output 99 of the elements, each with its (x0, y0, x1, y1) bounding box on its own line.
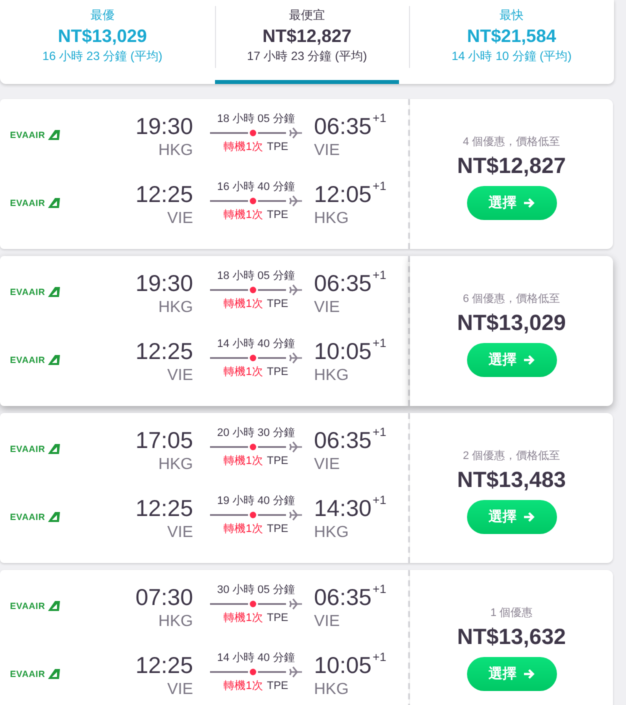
airport-code: VIE (314, 141, 341, 161)
departure-time: 19:30 (135, 269, 193, 298)
stop-count: 轉機1次 (224, 454, 263, 469)
select-button[interactable]: 選擇 (466, 343, 556, 377)
stopover-airport: TPE (266, 297, 288, 312)
airport-code: HKG (314, 680, 350, 700)
day-offset: +1 (372, 336, 386, 350)
airport-code: VIE (167, 680, 193, 700)
deal-count: 6 個優惠，價格低至 (462, 292, 560, 307)
airline-tail-icon (46, 668, 60, 680)
day-offset: +1 (372, 650, 386, 664)
flight-duration: 30 小時 05 分鐘 (217, 583, 295, 598)
price: NT$13,029 (457, 309, 566, 337)
select-button[interactable]: 選擇 (466, 186, 556, 220)
airport-code: VIE (167, 366, 193, 386)
airline-tail-icon (46, 129, 60, 141)
airport-code: HKG (314, 366, 350, 386)
airport-code: VIE (167, 209, 193, 229)
price: NT$13,632 (457, 623, 566, 651)
airline-tail-icon (46, 354, 60, 366)
departure-time: 07:30 (135, 583, 193, 612)
airline-logo-text: EVAAIR (10, 601, 46, 611)
flight-duration: 20 小時 30 分鐘 (217, 426, 295, 441)
airport-code: VIE (314, 612, 341, 632)
airline-logo-text: EVAAIR (10, 355, 46, 365)
day-offset: +1 (372, 268, 386, 282)
arrival-time: 06:35 (314, 269, 372, 298)
stopover-airport: TPE (266, 522, 288, 537)
price: NT$12,827 (457, 152, 566, 180)
deal-count: 2 個優惠，價格低至 (462, 448, 560, 464)
departure-time: 12:25 (135, 180, 193, 209)
stop-count: 轉機1次 (224, 611, 263, 626)
flight-duration: 14 小時 40 分鐘 (217, 651, 295, 666)
flight-duration: 14 小時 40 分鐘 (217, 337, 295, 352)
stopover-airport: TPE (266, 208, 288, 223)
sort-tab[interactable]: 最優 NT$13,029 16 小時 23 分鐘 (平均) (0, 0, 205, 84)
stopover-airport: TPE (266, 454, 288, 469)
airport-code: HKG (158, 455, 193, 475)
flight-duration: 18 小時 05 分鐘 (217, 112, 295, 127)
airport-code: HKG (314, 209, 350, 229)
flight-duration: 16 小時 40 分鐘 (217, 180, 295, 195)
stop-count: 轉機1次 (224, 208, 263, 223)
airport-code: HKG (158, 141, 193, 161)
deal-count: 1 個優惠 (490, 606, 533, 621)
stop-count: 轉機1次 (224, 140, 263, 155)
flight-duration: 19 小時 40 分鐘 (217, 494, 295, 509)
arrow-icon (522, 197, 534, 209)
stop-count: 轉機1次 (224, 365, 263, 380)
airline-tail-icon (46, 286, 60, 298)
sort-tab[interactable]: 最快 NT$21,584 14 小時 10 分鐘 (平均) (409, 0, 614, 84)
airport-code: VIE (314, 455, 341, 475)
arrow-icon (522, 354, 534, 366)
departure-time: 12:25 (135, 651, 193, 680)
airline-tail-icon (46, 443, 60, 455)
day-offset: +1 (372, 179, 386, 193)
stopover-airport: TPE (266, 679, 288, 694)
stop-count: 轉機1次 (224, 679, 263, 694)
arrival-time: 06:35 (314, 426, 372, 455)
arrival-time: 10:05 (314, 337, 372, 366)
airline-tail-icon (46, 197, 60, 209)
price: NT$13,483 (457, 466, 566, 494)
airport-code: VIE (314, 298, 341, 318)
airport-code: HKG (158, 298, 193, 318)
arrival-time: 06:35 (314, 583, 372, 612)
departure-time: 19:30 (135, 112, 193, 141)
departure-time: 12:25 (135, 494, 193, 523)
airline-logo-text: EVAAIR (10, 130, 46, 140)
arrow-icon (522, 668, 534, 680)
airport-code: HKG (158, 612, 193, 632)
airport-code: HKG (314, 523, 350, 543)
select-button[interactable]: 選擇 (466, 657, 556, 691)
airline-tail-icon (46, 511, 60, 523)
day-offset: +1 (372, 582, 386, 596)
day-offset: +1 (372, 493, 386, 507)
stop-count: 轉機1次 (224, 522, 263, 537)
stop-count: 轉機1次 (224, 297, 263, 312)
stopover-airport: TPE (266, 365, 288, 380)
airport-code: VIE (167, 523, 193, 543)
day-offset: +1 (372, 111, 386, 125)
airline-logo-text: EVAAIR (10, 669, 46, 679)
arrival-time: 14:30 (314, 494, 372, 523)
arrival-time: 12:05 (314, 180, 372, 209)
arrow-icon (522, 511, 534, 523)
departure-time: 12:25 (135, 337, 193, 366)
stopover-airport: TPE (266, 140, 288, 155)
stopover-airport: TPE (266, 611, 288, 626)
airline-logo-text: EVAAIR (10, 287, 46, 297)
airline-tail-icon (46, 600, 60, 612)
sort-tab[interactable]: 最便宜 NT$12,827 17 小時 23 分鐘 (平均) (214, 0, 400, 84)
select-button[interactable]: 選擇 (466, 500, 556, 534)
arrival-time: 06:35 (314, 112, 372, 141)
airline-logo-text: EVAAIR (10, 198, 46, 208)
airline-logo-text: EVAAIR (10, 512, 46, 522)
airline-logo-text: EVAAIR (10, 444, 46, 454)
deal-count: 4 個優惠，價格低至 (462, 134, 560, 150)
arrival-time: 10:05 (314, 651, 372, 680)
flight-duration: 18 小時 05 分鐘 (217, 269, 295, 284)
day-offset: +1 (372, 425, 386, 439)
departure-time: 17:05 (135, 426, 193, 455)
